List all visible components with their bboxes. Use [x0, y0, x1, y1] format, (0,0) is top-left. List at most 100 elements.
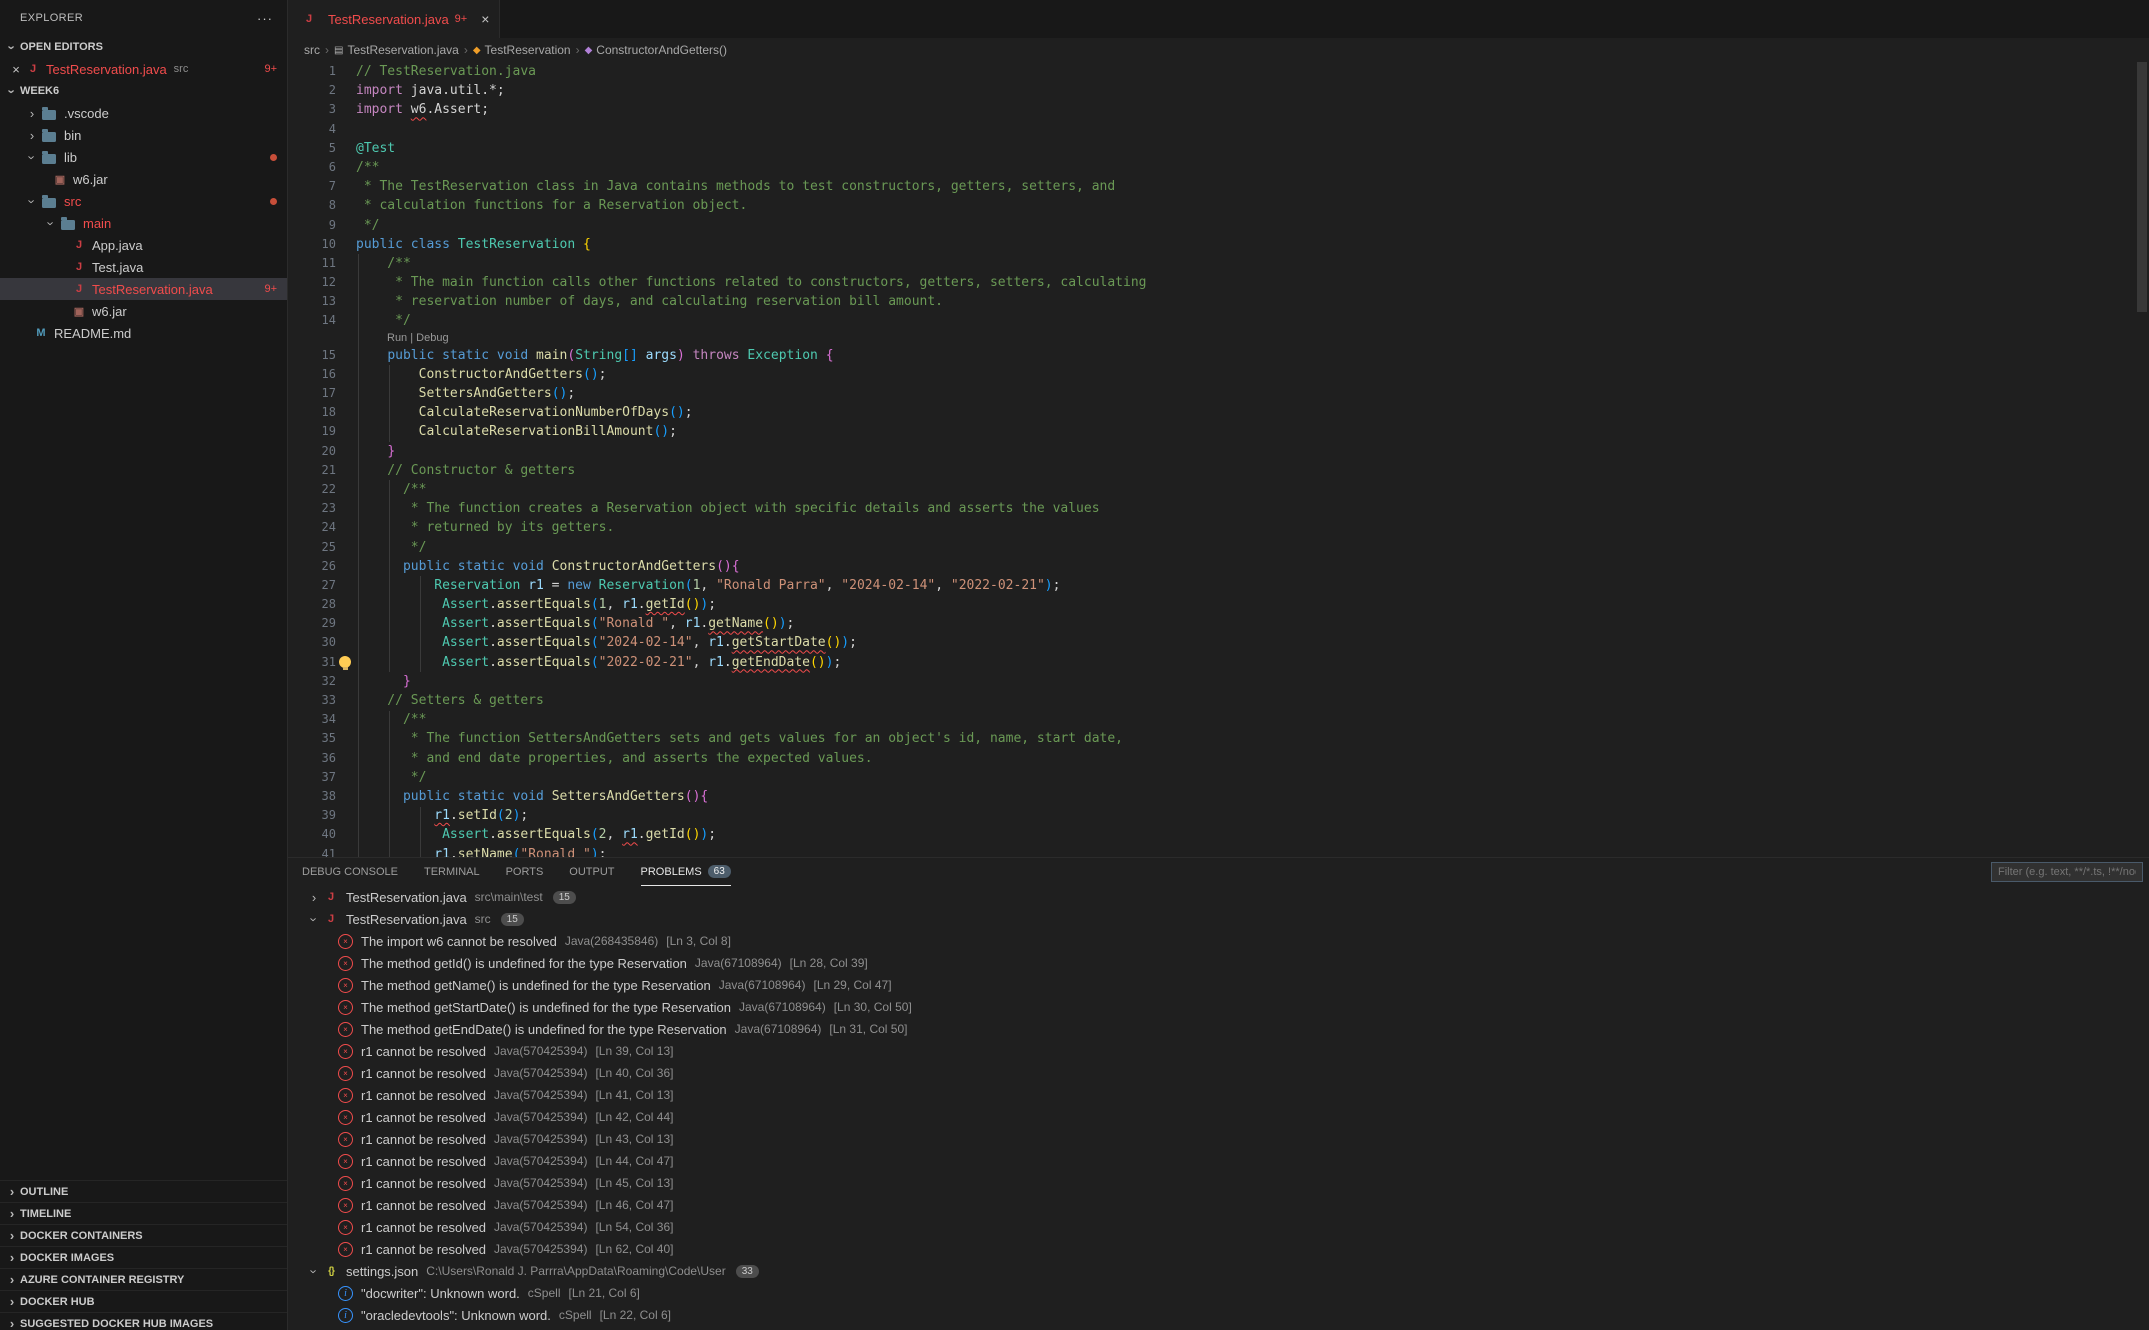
code-line-21[interactable]: 21 // Constructor & getters	[288, 461, 2149, 480]
tab-testreservation-java[interactable]: J TestReservation.java 9+ ×	[288, 0, 500, 38]
lightbulb-icon[interactable]	[339, 656, 351, 668]
problem-row[interactable]: ×r1 cannot be resolvedJava(570425394)[Ln…	[288, 1238, 2149, 1260]
code-line-4[interactable]: 4	[288, 120, 2149, 139]
code-line-12[interactable]: 12 * The main function calls other funct…	[288, 273, 2149, 292]
breadcrumb-testreservation[interactable]: ◆TestReservation	[473, 43, 571, 57]
section-outline[interactable]: ›OUTLINE	[0, 1180, 287, 1202]
panel-tab-output[interactable]: OUTPUT	[569, 858, 614, 886]
code-line-26[interactable]: 26 public static void ConstructorAndGett…	[288, 557, 2149, 576]
tree-item-app-java[interactable]: JApp.java	[0, 234, 287, 256]
code-line-11[interactable]: 11 /**	[288, 254, 2149, 273]
tree-item-w6-jar[interactable]: ▣w6.jar	[0, 168, 287, 190]
problem-row[interactable]: ×r1 cannot be resolvedJava(570425394)[Ln…	[288, 1216, 2149, 1238]
workspace-header[interactable]: › WEEK6	[0, 80, 287, 102]
problem-row[interactable]: ×The method getEndDate() is undefined fo…	[288, 1018, 2149, 1040]
code-line-33[interactable]: 33 // Setters & getters	[288, 691, 2149, 710]
code-line-29[interactable]: 29 Assert.assertEquals("Ronald ", r1.get…	[288, 614, 2149, 633]
tree-item-bin[interactable]: ›bin	[0, 124, 287, 146]
code-line-24[interactable]: 24 * returned by its getters.	[288, 518, 2149, 537]
tree-item-test-java[interactable]: JTest.java	[0, 256, 287, 278]
panel-tab-debug-console[interactable]: DEBUG CONSOLE	[302, 858, 398, 886]
problem-row[interactable]: ×The import w6 cannot be resolvedJava(26…	[288, 930, 2149, 952]
problem-row[interactable]: i"oracledevtools": Unknown word.cSpell[L…	[288, 1304, 2149, 1326]
problem-row[interactable]: ×r1 cannot be resolvedJava(570425394)[Ln…	[288, 1194, 2149, 1216]
problem-group-testreservation-java-src-main-test[interactable]: ›JTestReservation.javasrc\main\test15	[288, 886, 2149, 908]
code-line-34[interactable]: 34 /**	[288, 710, 2149, 729]
section-timeline[interactable]: ›TIMELINE	[0, 1202, 287, 1224]
panel-tab-problems[interactable]: PROBLEMS63	[641, 858, 731, 886]
tree-item-readme-md[interactable]: MREADME.md	[0, 322, 287, 344]
code-line-1[interactable]: 1// TestReservation.java	[288, 62, 2149, 81]
code-line-30[interactable]: 30 Assert.assertEquals("2024-02-14", r1.…	[288, 633, 2149, 652]
tree-item-main[interactable]: ›main	[0, 212, 287, 234]
problems-filter-input[interactable]	[1991, 862, 2143, 882]
code-line-7[interactable]: 7 * The TestReservation class in Java co…	[288, 177, 2149, 196]
problem-row[interactable]: i"docwriter": Unknown word.cSpell[Ln 21,…	[288, 1282, 2149, 1304]
code-line-10[interactable]: 10public class TestReservation {	[288, 235, 2149, 254]
section-azure-container-registry[interactable]: ›AZURE CONTAINER REGISTRY	[0, 1268, 287, 1290]
code-line-39[interactable]: 39 r1.setId(2);	[288, 806, 2149, 825]
more-actions-icon[interactable]: ···	[257, 11, 273, 26]
problem-row[interactable]: ×r1 cannot be resolvedJava(570425394)[Ln…	[288, 1040, 2149, 1062]
code-line-16[interactable]: 16 ConstructorAndGetters();	[288, 365, 2149, 384]
open-editor-item[interactable]: × J TestReservation.java src 9+	[0, 58, 287, 80]
section-docker-containers[interactable]: ›DOCKER CONTAINERS	[0, 1224, 287, 1246]
open-editors-header[interactable]: › OPEN EDITORS	[0, 36, 287, 58]
problem-row[interactable]: ×r1 cannot be resolvedJava(570425394)[Ln…	[288, 1084, 2149, 1106]
problem-row[interactable]: ×r1 cannot be resolvedJava(570425394)[Ln…	[288, 1062, 2149, 1084]
code-line-2[interactable]: 2import java.util.*;	[288, 81, 2149, 100]
code-line-36[interactable]: 36 * and end date properties, and assert…	[288, 749, 2149, 768]
breadcrumb-src[interactable]: src	[304, 43, 320, 57]
section-docker-hub[interactable]: ›DOCKER HUB	[0, 1290, 287, 1312]
code-line-5[interactable]: 5@Test	[288, 139, 2149, 158]
code-line-31[interactable]: 31 Assert.assertEquals("2022-02-21", r1.…	[288, 653, 2149, 672]
code-line-17[interactable]: 17 SettersAndGetters();	[288, 384, 2149, 403]
problem-row[interactable]: ×r1 cannot be resolvedJava(570425394)[Ln…	[288, 1128, 2149, 1150]
panel-tab-ports[interactable]: PORTS	[506, 858, 544, 886]
problem-group-testreservation-java-src[interactable]: ›JTestReservation.javasrc15	[288, 908, 2149, 930]
tree-item-lib[interactable]: ›lib	[0, 146, 287, 168]
codelens-run-debug[interactable]: Run | Debug	[288, 331, 2149, 346]
code-line-15[interactable]: 15 public static void main(String[] args…	[288, 346, 2149, 365]
code-line-8[interactable]: 8 * calculation functions for a Reservat…	[288, 196, 2149, 215]
code-line-35[interactable]: 35 * The function SettersAndGetters sets…	[288, 729, 2149, 748]
code-line-13[interactable]: 13 * reservation number of days, and cal…	[288, 292, 2149, 311]
code-line-3[interactable]: 3import w6.Assert;	[288, 100, 2149, 119]
close-editor-icon[interactable]: ×	[8, 62, 24, 77]
problem-row[interactable]: ×r1 cannot be resolvedJava(570425394)[Ln…	[288, 1150, 2149, 1172]
code-line-38[interactable]: 38 public static void SettersAndGetters(…	[288, 787, 2149, 806]
section-suggested-docker-hub-images[interactable]: ›SUGGESTED DOCKER HUB IMAGES	[0, 1312, 287, 1330]
tree-item-vscode[interactable]: ›.vscode	[0, 102, 287, 124]
code-line-37[interactable]: 37 */	[288, 768, 2149, 787]
section-docker-images[interactable]: ›DOCKER IMAGES	[0, 1246, 287, 1268]
code-line-28[interactable]: 28 Assert.assertEquals(1, r1.getId());	[288, 595, 2149, 614]
problem-row[interactable]: ×The method getStartDate() is undefined …	[288, 996, 2149, 1018]
code-line-25[interactable]: 25 */	[288, 538, 2149, 557]
editor-scrollbar[interactable]	[2137, 62, 2147, 312]
code-line-22[interactable]: 22 /**	[288, 480, 2149, 499]
code-line-18[interactable]: 18 CalculateReservationNumberOfDays();	[288, 403, 2149, 422]
breadcrumb-constructorandgetters[interactable]: ◆ConstructorAndGetters()	[585, 43, 727, 57]
problem-row[interactable]: ×The method getName() is undefined for t…	[288, 974, 2149, 996]
tree-item-w6-jar[interactable]: ▣w6.jar	[0, 300, 287, 322]
problem-group-settings-json-c-users-ronald-j-parrra-appdata-roaming-code-user[interactable]: ›{}settings.jsonC:\Users\Ronald J. Parrr…	[288, 1260, 2149, 1282]
code-line-27[interactable]: 27 Reservation r1 = new Reservation(1, "…	[288, 576, 2149, 595]
problem-row[interactable]: ×r1 cannot be resolvedJava(570425394)[Ln…	[288, 1172, 2149, 1194]
code-line-14[interactable]: 14 */	[288, 311, 2149, 330]
breadcrumb-testreservation-java[interactable]: ▤TestReservation.java	[334, 43, 459, 57]
code-line-19[interactable]: 19 CalculateReservationBillAmount();	[288, 422, 2149, 441]
close-tab-icon[interactable]: ×	[481, 11, 489, 27]
code-line-40[interactable]: 40 Assert.assertEquals(2, r1.getId());	[288, 825, 2149, 844]
code-line-9[interactable]: 9 */	[288, 216, 2149, 235]
code-line-41[interactable]: 41 r1.setName("Ronald ");	[288, 845, 2149, 858]
code-line-6[interactable]: 6/**	[288, 158, 2149, 177]
tree-item-testreservation-java[interactable]: JTestReservation.java9+	[0, 278, 287, 300]
code-line-32[interactable]: 32 }	[288, 672, 2149, 691]
code-line-23[interactable]: 23 * The function creates a Reservation …	[288, 499, 2149, 518]
problem-row[interactable]: ×r1 cannot be resolvedJava(570425394)[Ln…	[288, 1106, 2149, 1128]
problem-row[interactable]: ×The method getId() is undefined for the…	[288, 952, 2149, 974]
tree-item-src[interactable]: ›src	[0, 190, 287, 212]
panel-tab-terminal[interactable]: TERMINAL	[424, 858, 480, 886]
code-editor[interactable]: 1// TestReservation.java2import java.uti…	[288, 62, 2149, 857]
code-line-20[interactable]: 20 }	[288, 442, 2149, 461]
